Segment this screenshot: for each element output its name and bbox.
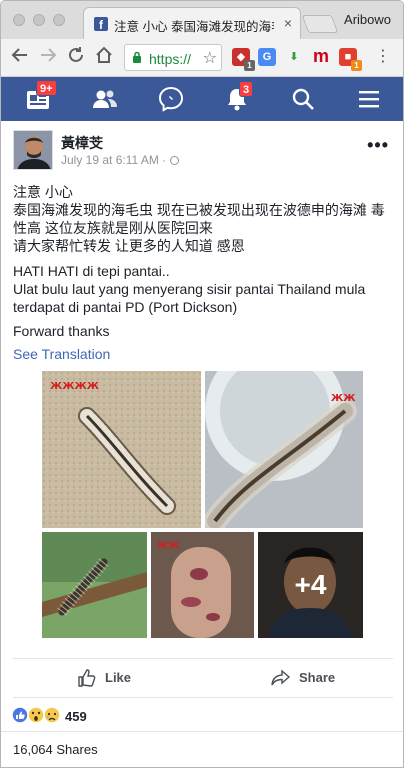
post-photo[interactable]: ЖЖЖЖ <box>42 371 201 528</box>
close-window-button[interactable] <box>13 14 25 26</box>
see-translation-link[interactable]: See Translation <box>13 346 110 362</box>
tab-bar: f 注意 小心 泰国海滩发现的海毛 × Aribowo <box>1 1 403 39</box>
post-text-line: Ulat bulu laut yang menyerang sisir pant… <box>13 281 366 315</box>
like-label: Like <box>105 670 132 685</box>
post-text-line: 泰国海滩发现的海毛虫 现在已被发现出现在波德申的海滩 毒性高 这位友族就是刚从医… <box>13 202 385 236</box>
messenger-icon[interactable] <box>157 85 185 113</box>
home-icon[interactable] <box>95 46 113 71</box>
post-photo[interactable] <box>42 532 147 638</box>
news-feed-icon[interactable]: 9+ <box>25 80 57 113</box>
zoom-window-button[interactable] <box>53 14 65 26</box>
post-timestamp[interactable]: July 19 at 6:11 AM · <box>61 153 179 167</box>
like-reaction-icon <box>11 706 29 724</box>
hamburger-menu-icon[interactable] <box>355 85 383 113</box>
post-photo[interactable]: ЖЖ <box>205 371 363 528</box>
extension-badge: 1 <box>244 60 255 71</box>
thumbs-up-icon <box>78 669 96 687</box>
download-extension-icon[interactable]: ⬇ <box>285 48 303 66</box>
svg-text:ЖЖ: ЖЖ <box>157 541 179 551</box>
shield-extension-icon[interactable]: ◆ 1 <box>232 48 255 71</box>
feed-badge: 9+ <box>36 80 57 96</box>
translate-extension-icon[interactable]: G <box>258 48 276 66</box>
post-text-line: 请大家帮忙转发 让更多的人知道 感恩 <box>13 238 245 254</box>
globe-icon <box>169 156 179 165</box>
notifications-badge: 3 <box>239 81 254 97</box>
browser-tab[interactable]: f 注意 小心 泰国海滩发现的海毛 × <box>83 7 301 39</box>
author-avatar[interactable] <box>13 130 53 170</box>
post-text-line: HATI HATI di tepi pantai.. <box>13 263 170 279</box>
back-arrow-icon[interactable] <box>11 46 29 71</box>
facebook-favicon-icon: f <box>94 17 108 32</box>
post-action-bar: Like Share <box>13 658 393 698</box>
post-photo[interactable]: ЖЖ <box>151 532 254 638</box>
svg-text:ЖЖЖЖ: ЖЖЖЖ <box>50 381 100 392</box>
post-photo[interactable]: +4 <box>258 532 363 638</box>
profile-name[interactable]: Aribowo <box>344 12 391 27</box>
lock-icon <box>133 51 141 63</box>
svg-text:ЖЖ: ЖЖ <box>331 393 356 404</box>
url-text: https:// <box>149 51 192 67</box>
post-text-line: Forward thanks <box>13 323 110 339</box>
timestamp-text: July 19 at 6:11 AM · <box>61 153 170 167</box>
author-name[interactable]: 黃樟芠 <box>61 133 103 153</box>
extension-badge: 1 <box>351 60 362 71</box>
wow-reaction-icon <box>27 706 45 724</box>
notifications-bell-icon[interactable]: 3 <box>223 81 254 113</box>
m-extension-icon[interactable]: m <box>312 47 330 66</box>
forward-arrow-icon[interactable] <box>39 46 57 71</box>
search-icon[interactable] <box>289 85 317 113</box>
sad-reaction-icon <box>43 706 61 724</box>
more-photos-overlay: +4 <box>258 532 363 638</box>
shares-count[interactable]: 16,064 Shares <box>13 742 98 757</box>
notes-extension-icon[interactable]: ■ 1 <box>339 48 362 71</box>
tab-close-icon[interactable]: × <box>284 15 292 31</box>
share-arrow-icon <box>271 669 291 686</box>
like-button[interactable]: Like <box>77 668 167 690</box>
share-label: Share <box>299 670 336 685</box>
browser-menu-icon[interactable]: ⋮ <box>375 47 391 67</box>
address-bar[interactable]: https:// ☆ <box>124 44 222 71</box>
bookmark-star-icon[interactable]: ☆ <box>203 48 217 68</box>
reaction-count[interactable]: 459 <box>65 709 87 724</box>
divider <box>1 731 403 732</box>
facebook-nav-bar: 9+ 3 <box>1 77 403 121</box>
reactions-summary[interactable] <box>11 705 63 727</box>
browser-window: f 注意 小心 泰国海滩发现的海毛 × Aribowo https:// ☆ ◆… <box>0 0 404 768</box>
post-text-line: 注意 小心 <box>13 184 73 200</box>
new-tab-button[interactable] <box>301 15 339 33</box>
reload-icon[interactable] <box>67 46 85 71</box>
browser-toolbar: https:// ☆ ◆ 1 G ⬇ m ■ 1 ⋮ <box>1 39 403 77</box>
minimize-window-button[interactable] <box>33 14 45 26</box>
post-card: 黃樟芠 July 19 at 6:11 AM · ••• 注意 小心 泰国海滩发… <box>1 121 403 767</box>
tab-title: 注意 小心 泰国海滩发现的海毛 <box>114 20 274 34</box>
share-button[interactable]: Share <box>271 668 351 690</box>
post-options-icon[interactable]: ••• <box>367 135 389 156</box>
friend-requests-icon[interactable] <box>91 85 119 113</box>
